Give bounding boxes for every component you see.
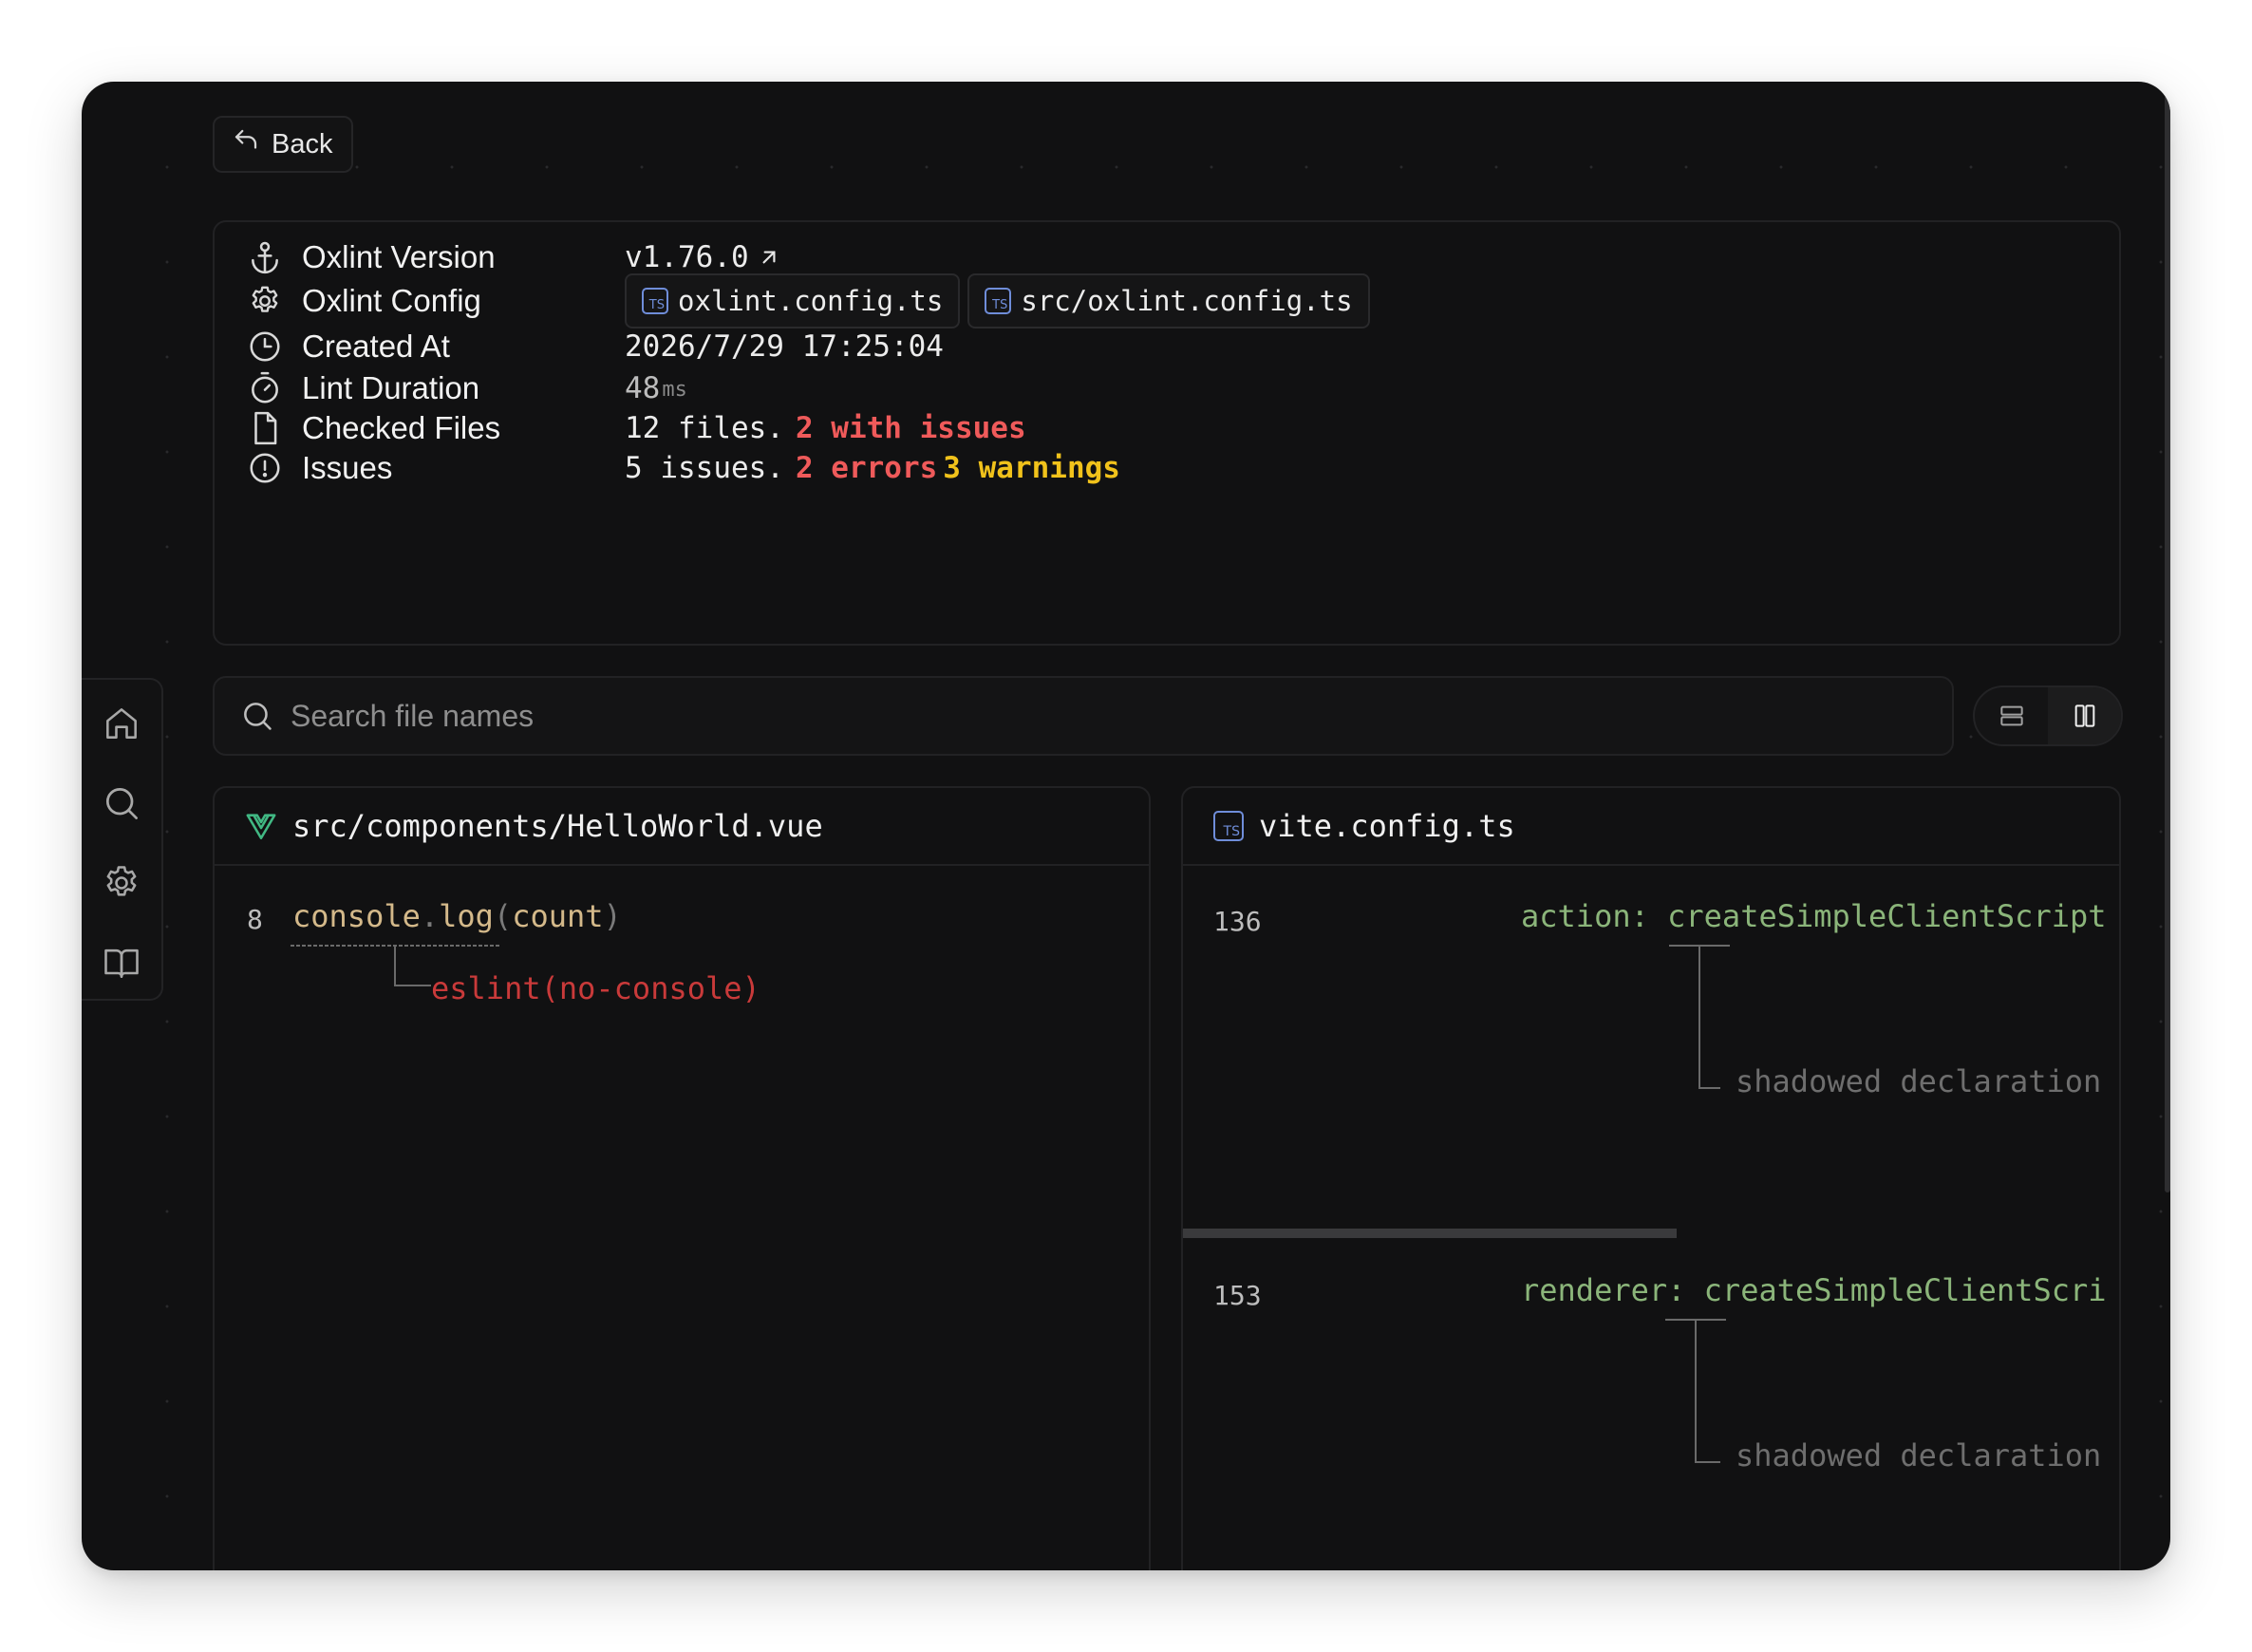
ts-file-icon: TS: [642, 288, 668, 314]
version-value: v1.76.0: [625, 240, 749, 274]
home-icon[interactable]: [101, 703, 142, 744]
app-window: Back Oxlint Version v1.76.0 Oxlint Confi…: [82, 82, 2170, 1570]
file-name: vite.config.ts: [1259, 808, 1515, 844]
vue-icon: [245, 810, 277, 842]
config-files: TS oxlint.config.ts TS src/oxlint.config…: [625, 273, 1370, 329]
split-view-button[interactable]: [2048, 687, 2121, 744]
file-name: src/components/HelloWorld.vue: [292, 808, 823, 844]
created-at-value: 2026/7/29 17:25:04: [625, 329, 944, 364]
version-link[interactable]: v1.76.0: [625, 240, 781, 274]
file-icon: [247, 410, 283, 446]
checked-files-label: Checked Files: [302, 410, 501, 445]
lint-summary-card: Oxlint Version v1.76.0 Oxlint Config TS …: [213, 220, 2121, 646]
alert-circle-icon: [247, 450, 283, 486]
list-view-button[interactable]: [1975, 687, 2048, 744]
search-icon: [239, 698, 275, 734]
horizontal-scrollbar[interactable]: [1183, 1229, 1677, 1238]
search-icon[interactable]: [101, 782, 142, 824]
config-label: Oxlint Config: [302, 283, 481, 318]
anchor-icon: [247, 239, 283, 275]
diagnostic-label[interactable]: shadowed declaration: [1736, 1063, 2101, 1099]
file-panel-right: TS vite.config.ts 136 action: createSimp…: [1181, 786, 2121, 1570]
stopwatch-icon: [247, 370, 283, 406]
code-line: renderer: createSimpleClientScri: [1521, 1272, 2107, 1308]
duration-value: 48 ms: [625, 371, 687, 405]
line-number: 153: [1213, 1280, 1262, 1311]
ts-file-icon: TS: [985, 288, 1012, 314]
back-button-label: Back: [272, 128, 333, 160]
created-at-label: Created At: [302, 329, 450, 364]
view-toggle: [1973, 685, 2123, 746]
config-file-chip[interactable]: TS src/oxlint.config.ts: [967, 273, 1370, 329]
code-line: action: createSimpleClientScript: [1521, 898, 2107, 934]
config-file-chip[interactable]: TS oxlint.config.ts: [625, 273, 961, 329]
error-count: 2 errors: [795, 451, 938, 485]
version-label: Oxlint Version: [302, 239, 496, 274]
book-icon[interactable]: [101, 942, 142, 984]
external-link-icon: [757, 245, 781, 270]
line-number: 8: [247, 904, 263, 935]
issues-value: 5 issues. 2 errors 3 warnings: [625, 451, 1120, 485]
vertical-scrollbar[interactable]: [2165, 82, 2170, 1192]
files-with-issues: 2 with issues: [795, 411, 1026, 445]
diagnostic-label[interactable]: eslint(no-console): [431, 970, 760, 1006]
file-header[interactable]: TS vite.config.ts: [1183, 788, 2119, 866]
diagnostic-connector: [1669, 945, 1730, 1089]
warning-count: 3 warnings: [943, 451, 1120, 485]
file-panel-left: src/components/HelloWorld.vue 8 console.…: [213, 786, 1151, 1570]
line-number: 136: [1213, 906, 1262, 937]
diagnostic-connector: [1665, 1319, 1726, 1463]
ts-icon: TS: [1213, 811, 1244, 841]
settings-icon[interactable]: [101, 862, 142, 904]
diagnostic-label[interactable]: shadowed declaration: [1736, 1437, 2101, 1474]
issues-label: Issues: [302, 450, 393, 485]
back-arrow-icon: [232, 126, 260, 162]
duration-label: Lint Duration: [302, 370, 480, 405]
file-search-bar: [213, 676, 1954, 756]
checked-files-value: 12 files. 2 with issues: [625, 411, 1026, 445]
code-line: console.log(count): [292, 898, 622, 934]
gear-icon: [247, 283, 283, 319]
search-input[interactable]: [291, 698, 1810, 734]
back-button[interactable]: Back: [213, 116, 353, 173]
sidebar: [82, 678, 163, 1001]
clock-icon: [247, 329, 283, 365]
file-header[interactable]: src/components/HelloWorld.vue: [215, 788, 1149, 866]
